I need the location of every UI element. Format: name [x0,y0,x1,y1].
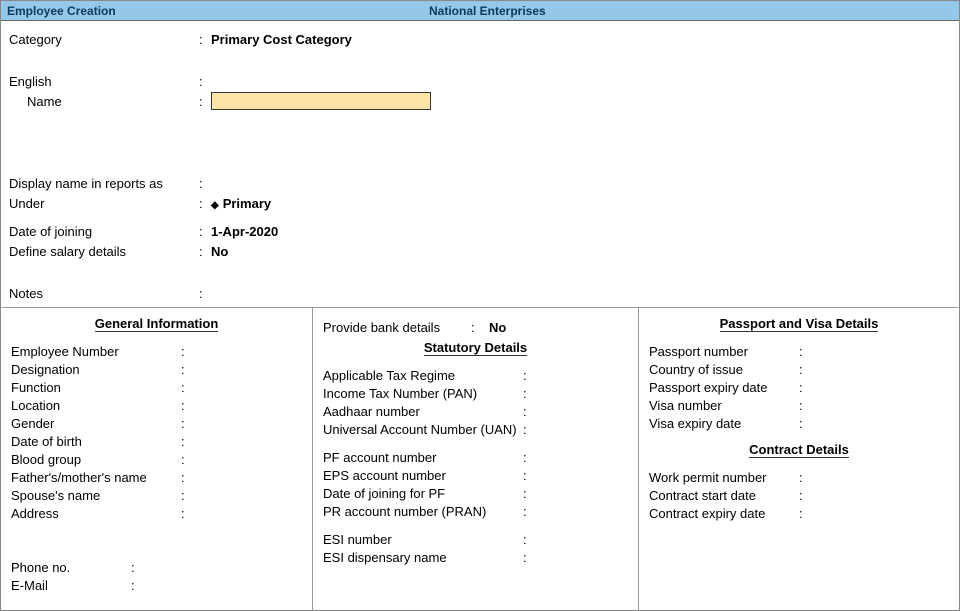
pran-label: PR account number (PRAN) [323,504,523,519]
address-label: Address [11,506,181,521]
doj-label: Date of joining [9,224,199,239]
esi-disp-label: ESI dispensary name [323,550,523,565]
category-label: Category [9,32,199,47]
title-bar: Employee Creation National Enterprises [1,1,959,21]
tax-regime-label: Applicable Tax Regime [323,368,523,383]
phone-label: Phone no. [11,560,131,575]
under-label: Under [9,196,199,211]
name-label: Name [9,94,199,109]
bank-value: No [489,320,506,335]
designation-label: Designation [11,362,181,377]
emp-no-label: Employee Number [11,344,181,359]
display-name-label: Display name in reports as [9,176,199,191]
company-name: National Enterprises [116,4,959,18]
contract-exp-label: Contract expiry date [649,506,799,521]
location-label: Location [11,398,181,413]
salary-value: No [211,244,951,259]
language-label: English [9,74,199,89]
blood-label: Blood group [11,452,181,467]
passport-no-label: Passport number [649,344,799,359]
statutory-panel: Provide bank details : No Statutory Deta… [313,308,639,610]
under-value: ◆Primary [211,196,951,211]
window-title: Employee Creation [1,4,116,18]
passport-visa-title: Passport and Visa Details [720,316,879,332]
lower-panels: General Information Employee Number: Des… [1,308,959,610]
email-label: E-Mail [11,578,131,593]
doj-pf-label: Date of joining for PF [323,486,523,501]
passport-exp-label: Passport expiry date [649,380,799,395]
spouse-label: Spouse's name [11,488,181,503]
contract-title: Contract Details [749,442,849,458]
pan-label: Income Tax Number (PAN) [323,386,523,401]
gender-label: Gender [11,416,181,431]
general-info-title: General Information [95,316,219,332]
category-value: Primary Cost Category [211,32,951,47]
visa-no-label: Visa number [649,398,799,413]
pf-label: PF account number [323,450,523,465]
bank-label: Provide bank details [323,320,471,335]
general-info-panel: General Information Employee Number: Des… [1,308,313,610]
country-label: Country of issue [649,362,799,377]
function-label: Function [11,380,181,395]
aadhaar-label: Aadhaar number [323,404,523,419]
uan-label: Universal Account Number (UAN) [323,422,523,437]
notes-label: Notes [9,286,199,301]
esi-label: ESI number [323,532,523,547]
passport-contract-panel: Passport and Visa Details Passport numbe… [639,308,959,610]
visa-exp-label: Visa expiry date [649,416,799,431]
diamond-icon: ◆ [211,200,219,211]
salary-label: Define salary details [9,244,199,259]
contract-start-label: Contract start date [649,488,799,503]
dob-label: Date of birth [11,434,181,449]
eps-label: EPS account number [323,468,523,483]
upper-form: Category : Primary Cost Category English… [1,21,959,308]
doj-value: 1-Apr-2020 [211,224,951,239]
name-input[interactable] [211,92,431,110]
work-permit-label: Work permit number [649,470,799,485]
parent-label: Father's/mother's name [11,470,181,485]
statutory-title: Statutory Details [424,340,527,356]
